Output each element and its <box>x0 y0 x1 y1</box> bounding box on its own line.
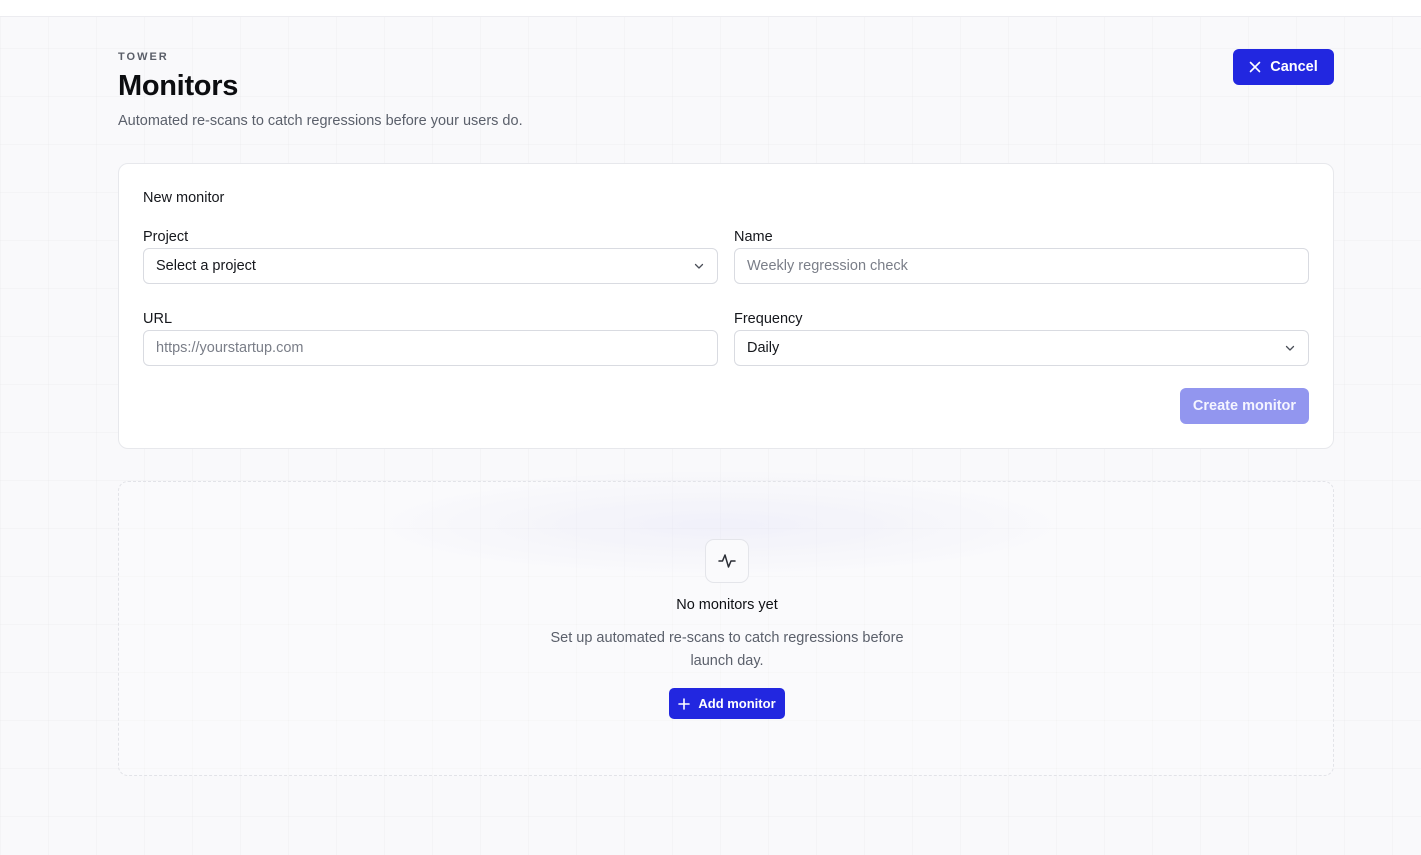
project-select[interactable]: Select a project <box>143 248 718 284</box>
add-monitor-button-label: Add monitor <box>698 696 776 711</box>
empty-state: No monitors yet Set up automated re-scan… <box>118 481 1334 776</box>
url-label: URL <box>143 311 173 327</box>
frequency-label: Frequency <box>734 311 803 327</box>
app-eyebrow: TOWER <box>118 51 169 63</box>
url-input[interactable] <box>156 340 705 356</box>
new-monitor-card: New monitor Project Select a project Nam… <box>118 163 1334 449</box>
name-field-wrapper <box>734 248 1309 284</box>
cancel-button[interactable]: Cancel <box>1233 49 1334 85</box>
page-title: Monitors <box>118 70 239 102</box>
close-icon <box>1249 61 1261 73</box>
url-field-wrapper <box>143 330 718 366</box>
empty-state-description: Set up automated re-scans to catch regre… <box>550 630 904 669</box>
card-title: New monitor <box>143 190 225 206</box>
cancel-button-label: Cancel <box>1270 59 1318 75</box>
project-label: Project <box>143 229 189 245</box>
add-monitor-button[interactable]: Add monitor <box>669 688 785 719</box>
project-select-value: Select a project <box>156 258 256 274</box>
top-bar <box>0 0 1421 17</box>
frequency-select[interactable]: Daily <box>734 330 1309 366</box>
empty-state-title: No monitors yet <box>676 597 778 613</box>
create-monitor-button[interactable]: Create monitor <box>1180 388 1309 424</box>
plus-icon <box>678 697 691 710</box>
frequency-select-value: Daily <box>747 340 780 356</box>
name-input[interactable] <box>747 258 1296 274</box>
chevron-down-icon <box>1284 342 1296 354</box>
chevron-down-icon <box>693 260 705 272</box>
name-label: Name <box>734 229 773 245</box>
page-subtitle: Automated re-scans to catch regressions … <box>118 113 523 129</box>
activity-icon <box>705 539 749 583</box>
